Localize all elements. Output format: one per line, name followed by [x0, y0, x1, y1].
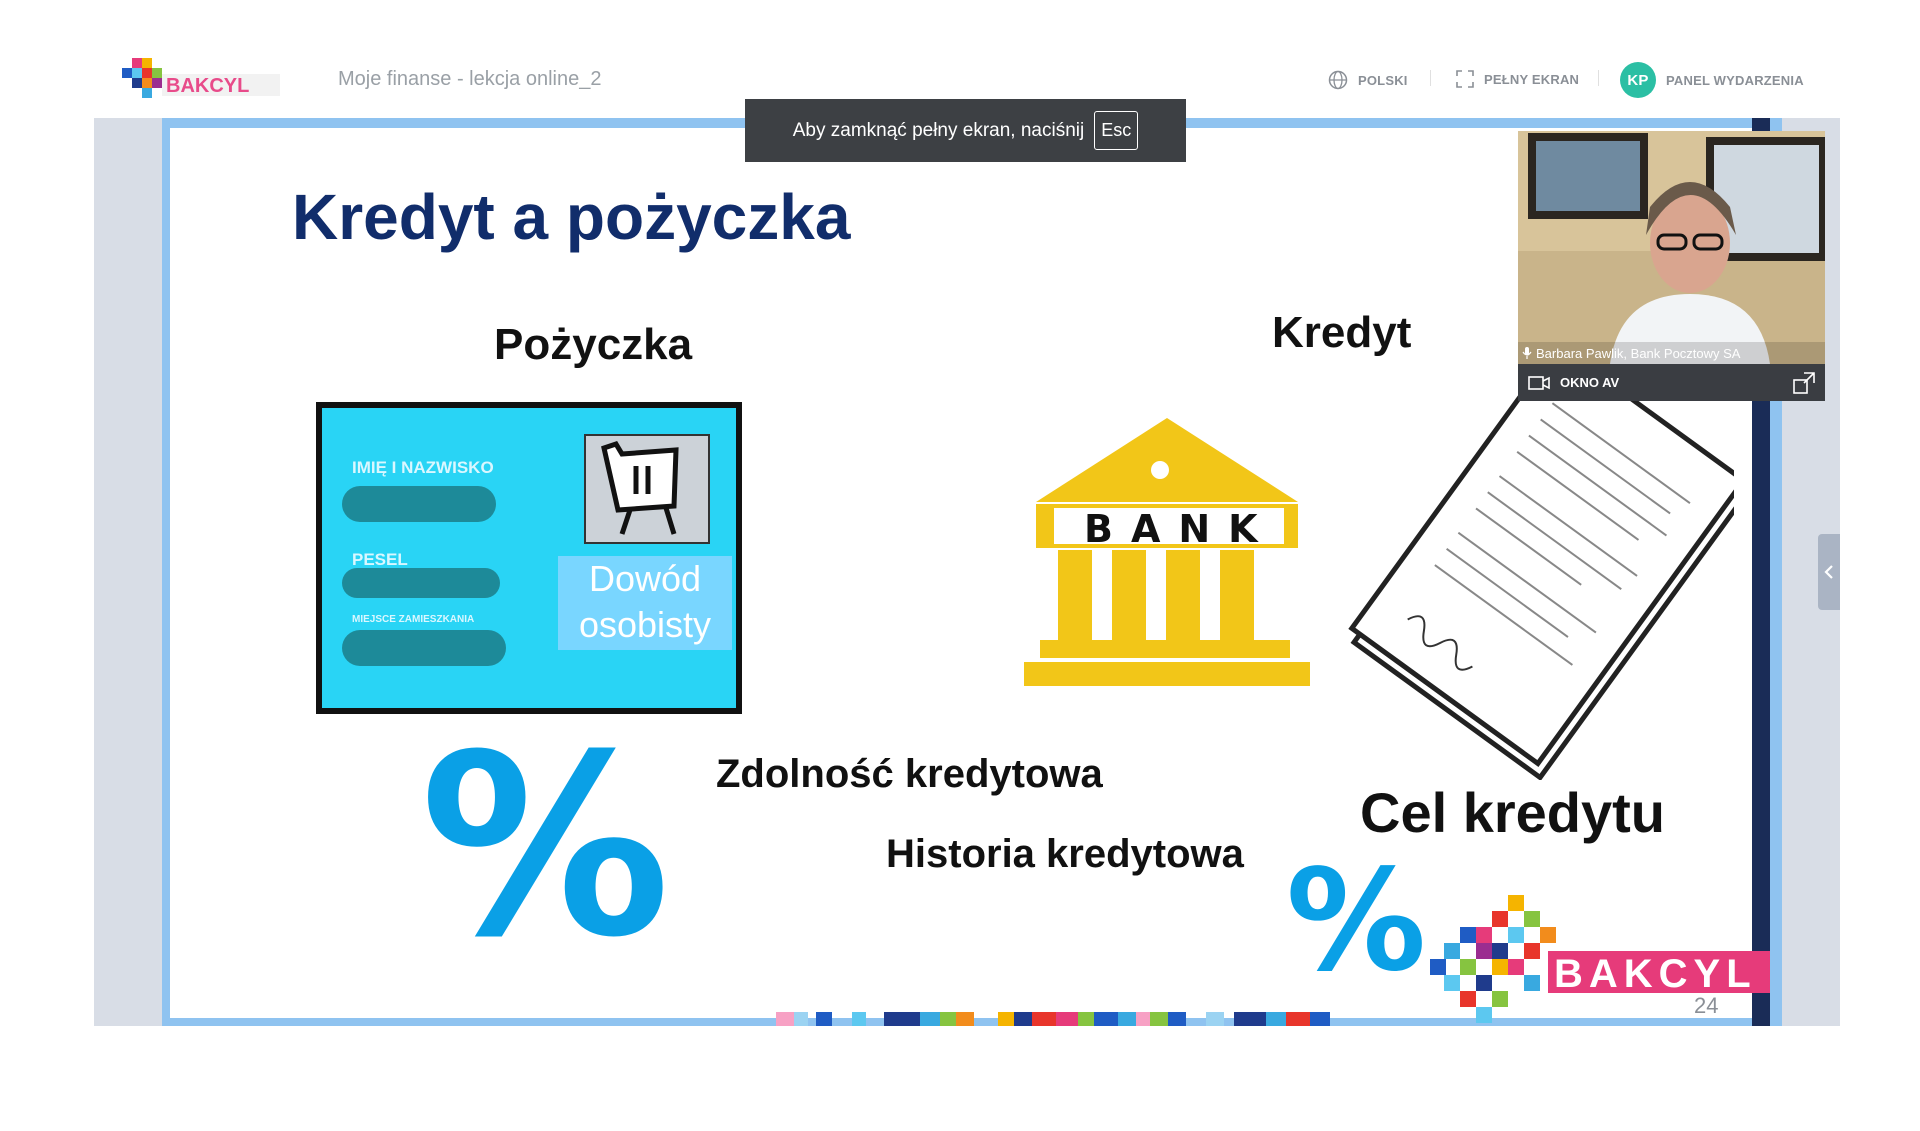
page-number: 24: [1694, 993, 1719, 1018]
cel-text: Cel kredytu: [1360, 781, 1665, 844]
expand-icon[interactable]: [1793, 371, 1815, 394]
side-panel-toggle[interactable]: [1818, 534, 1840, 610]
event-title: Moje finanse - lekcja online_2: [338, 68, 602, 90]
avatar: KP: [1620, 62, 1656, 98]
id-card-illustration: IMIĘ I NAZWISKO PESEL MIEJSCE ZAMIESZKAN…: [316, 402, 742, 714]
contract-document-icon: [1348, 341, 1734, 780]
fullscreen-notice-text: Aby zamknąć pełny ekran, naciśnij: [792, 119, 1085, 141]
id-photo: [584, 434, 710, 544]
id-name-label: IMIĘ I NAZWISKO: [352, 458, 494, 477]
portrait-icon: [601, 440, 679, 535]
svg-text:BAKCYL: BAKCYL: [166, 75, 249, 97]
divider: [1598, 70, 1599, 86]
panel-label: PANEL WYDARZENIA: [1666, 72, 1804, 88]
id-name-bar: [342, 486, 496, 522]
globe-icon: [1328, 70, 1348, 90]
slide-title: Kredyt a pożyczka: [292, 181, 851, 253]
fullscreen-button[interactable]: PEŁNY EKRAN: [1456, 70, 1579, 88]
slide-color-strip: [776, 1012, 1330, 1026]
bakcyl-footer-logo: BAKCYL: [1430, 895, 1770, 1023]
zdolnosc-text: Zdolność kredytowa: [716, 752, 1103, 796]
fullscreen-icon: [1456, 70, 1474, 88]
svg-text:BANK: BANK: [1084, 507, 1276, 551]
id-doc-label: Dowód osobisty: [558, 556, 732, 650]
chevron-left-icon: [1824, 565, 1833, 579]
svg-text:BAKCYL: BAKCYL: [1554, 952, 1757, 996]
av-window-bar: OKNO AV: [1518, 364, 1825, 401]
event-panel-button[interactable]: KP PANEL WYDARZENIA: [1620, 62, 1804, 98]
language-selector[interactable]: POLSKI: [1328, 70, 1408, 90]
percent-symbol-large: %: [420, 701, 671, 992]
bakcyl-logo: BAKCYL: [122, 58, 280, 98]
id-doc-line2: osobisty: [578, 604, 712, 645]
pozyczka-heading: Pożyczka: [494, 320, 693, 369]
bank-icon: BANK: [1024, 418, 1310, 686]
av-video-window[interactable]: Barbara Pawlik, Bank Pocztowy SA OKNO AV: [1518, 131, 1825, 401]
fullscreen-exit-notice: Aby zamknąć pełny ekran, naciśnij Esc: [745, 99, 1186, 162]
esc-key-hint: Esc: [1094, 111, 1139, 150]
id-pesel-label: PESEL: [352, 550, 408, 569]
av-window-label: OKNO AV: [1560, 375, 1620, 390]
id-doc-line1: Dowód: [588, 558, 702, 599]
id-address-label: MIEJSCE ZAMIESZKANIA: [352, 614, 475, 625]
fullscreen-label: PEŁNY EKRAN: [1484, 71, 1580, 87]
speaker-video: [1518, 131, 1825, 364]
microphone-icon: [1522, 347, 1532, 359]
language-label: POLSKI: [1358, 72, 1408, 88]
historia-text: Historia kredytowa: [886, 832, 1244, 876]
id-pesel-bar: [342, 568, 500, 598]
id-address-bar: [342, 630, 506, 666]
video-camera-icon: [1528, 375, 1550, 390]
speaker-caption: Barbara Pawlik, Bank Pocztowy SA: [1518, 342, 1825, 364]
percent-symbol-small: %: [1286, 840, 1427, 1003]
speaker-name: Barbara Pawlik, Bank Pocztowy SA: [1536, 345, 1741, 361]
divider: [1430, 70, 1431, 86]
